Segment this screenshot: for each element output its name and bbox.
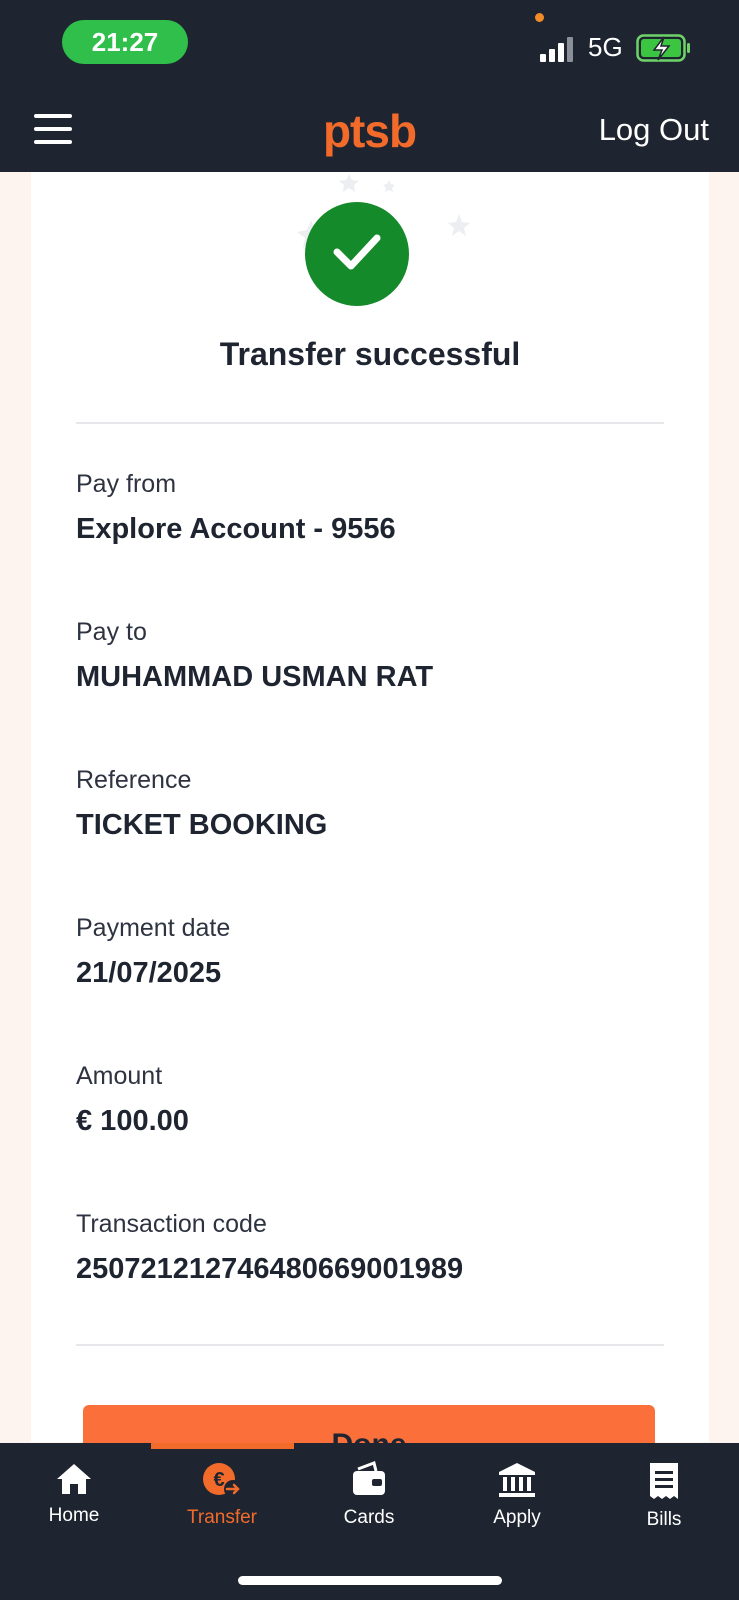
svg-text:€: € [213,1469,224,1491]
field-value: 250721212746480669001989 [76,1253,464,1285]
wallet-icon [353,1461,385,1495]
tab-label: Cards [343,1507,395,1528]
divider [76,1344,664,1346]
battery-charging-icon [636,34,690,62]
privacy-indicator [535,13,544,22]
field-value: TICKET BOOKING [76,809,328,841]
transaction-code-field: Transaction code 25072121274648066900198… [76,1210,676,1286]
field-value: MUHAMMAD USMAN RAT [76,661,434,693]
success-header: Transfer successful [31,172,709,392]
tab-transfer[interactable]: € Transfer [148,1461,296,1551]
field-label: Pay from [76,470,177,498]
home-indicator[interactable] [238,1576,502,1585]
confirmation-card: Transfer successful Pay from Explore Acc… [31,172,709,1485]
tab-home[interactable]: Home [0,1461,148,1551]
tab-label: Apply [493,1507,541,1528]
payment-date-field: Payment date 21/07/2025 [76,914,676,990]
field-label: Transaction code [76,1210,267,1238]
bank-icon [499,1463,535,1497]
field-label: Pay to [76,618,147,646]
field-value: Explore Account - 9556 [76,513,396,545]
status-time: 21:27 [62,20,188,64]
euro-transfer-icon: € [203,1463,242,1498]
tab-apply[interactable]: Apply [443,1461,591,1551]
active-tab-indicator [151,1443,294,1449]
network-type: 5G [588,32,623,62]
reference-field: Reference TICKET BOOKING [76,766,676,842]
field-label: Amount [76,1062,163,1090]
success-title: Transfer successful [219,336,521,372]
field-value: € 100.00 [76,1105,189,1137]
signal-icon [540,37,573,62]
tab-cards[interactable]: Cards [295,1461,443,1551]
tab-label: Home [48,1505,100,1526]
field-label: Payment date [76,914,231,942]
amount-field: Amount € 100.00 [76,1062,676,1138]
home-icon [57,1464,91,1494]
pay-to-field: Pay to MUHAMMAD USMAN RAT [76,618,676,694]
receipt-icon [650,1463,678,1499]
checkmark-icon [305,202,409,306]
field-label: Reference [76,766,192,794]
logout-button[interactable]: Log Out [599,112,709,148]
tab-bills[interactable]: Bills [590,1461,738,1551]
tab-label: Bills [646,1509,682,1530]
pay-from-field: Pay from Explore Account - 9556 [76,470,676,546]
field-value: 21/07/2025 [76,957,222,989]
divider [76,422,664,424]
top-bar: 21:27 5G ptsb Log Out [0,0,739,172]
tab-label: Transfer [186,1507,258,1528]
